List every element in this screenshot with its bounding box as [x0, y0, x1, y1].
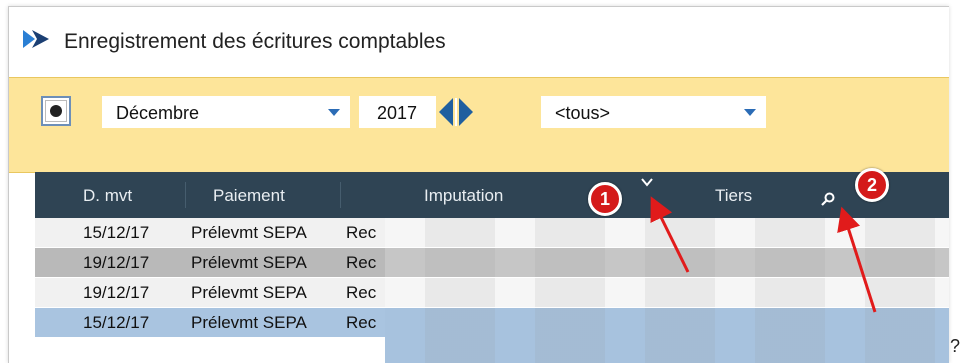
- chevron-down-icon[interactable]: [641, 176, 653, 188]
- bird-logo-icon: [23, 30, 49, 48]
- cell-payment: Prélevmt SEPA: [191, 313, 307, 332]
- filter-value: <tous>: [555, 103, 611, 123]
- table-row[interactable]: 15/12/17 Prélevmt SEPA Rec: [35, 308, 385, 337]
- year-next-button[interactable]: [459, 98, 473, 126]
- window-title: Enregistrement des écritures comptables: [64, 30, 446, 53]
- month-select[interactable]: Décembre: [102, 96, 350, 128]
- camera-button[interactable]: [41, 96, 71, 126]
- year-value: 2017: [377, 103, 418, 123]
- annotation-badge-2: 2: [855, 168, 889, 202]
- blurred-content: [385, 218, 949, 247]
- cell-imputation: Rec: [346, 253, 377, 272]
- blurred-content: [385, 278, 949, 307]
- table-row[interactable]: 19/12/17 Prélevmt SEPA Rec: [35, 248, 385, 277]
- filter-toolbar: Décembre 2017 <tous>: [9, 77, 949, 173]
- column-payment[interactable]: Paiement: [213, 186, 285, 206]
- column-tiers[interactable]: Tiers: [715, 186, 752, 206]
- month-value: Décembre: [116, 103, 200, 123]
- cell-date: 19/12/17: [83, 283, 150, 302]
- cell-payment: Prélevmt SEPA: [191, 253, 307, 272]
- cell-imputation: Rec: [346, 223, 377, 242]
- cell-payment: Prélevmt SEPA: [191, 223, 307, 242]
- annotation-badge-1: 1: [588, 182, 622, 216]
- cell-imputation: Rec: [346, 283, 377, 302]
- table-row[interactable]: 15/12/17 Prélevmt SEPA Rec: [35, 218, 385, 247]
- app-window: Enregistrement des écritures comptables …: [8, 6, 949, 363]
- year-previous-button[interactable]: [439, 98, 453, 126]
- column-divider[interactable]: [340, 182, 341, 208]
- trailing-question-mark: ?: [950, 336, 961, 356]
- blurred-content: [385, 308, 949, 363]
- cell-date: 15/12/17: [83, 313, 150, 332]
- camera-icon: [50, 105, 62, 117]
- spin-divider: [455, 98, 457, 126]
- filter-select[interactable]: <tous>: [541, 96, 766, 128]
- cell-date: 15/12/17: [83, 223, 150, 242]
- chevron-down-icon[interactable]: [328, 109, 340, 116]
- column-divider[interactable]: [185, 182, 186, 208]
- column-date[interactable]: D. mvt: [83, 186, 132, 206]
- title-bar: Enregistrement des écritures comptables: [9, 7, 949, 77]
- cell-payment: Prélevmt SEPA: [191, 283, 307, 302]
- year-field[interactable]: 2017: [359, 96, 436, 128]
- table-row[interactable]: 19/12/17 Prélevmt SEPA Rec: [35, 278, 385, 307]
- chevron-down-icon[interactable]: [744, 109, 756, 116]
- magnifier-icon[interactable]: [821, 192, 835, 206]
- column-imputation[interactable]: Imputation: [424, 186, 503, 206]
- grid-header: D. mvt Paiement Imputation Tiers: [35, 172, 949, 218]
- cell-date: 19/12/17: [83, 253, 150, 272]
- blurred-content: [385, 248, 949, 277]
- cell-imputation: Rec: [346, 313, 377, 332]
